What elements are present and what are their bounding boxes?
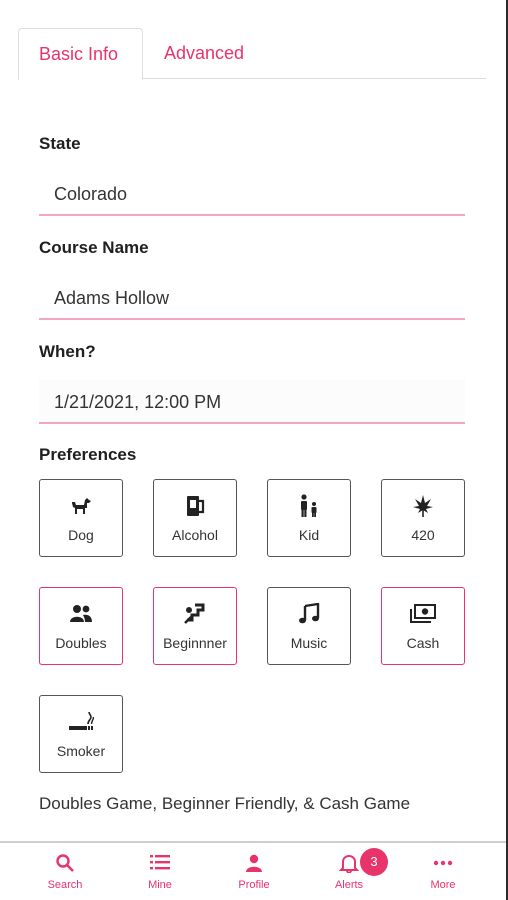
nav-search-label: Search: [47, 879, 83, 891]
tab-basic-info[interactable]: Basic Info: [18, 28, 143, 80]
preferences-summary: Doubles Game, Beginner Friendly, & Cash …: [39, 794, 411, 813]
beginner-icon: [154, 602, 236, 626]
smoking-icon: [40, 710, 122, 734]
pref-kid-label: Kid: [298, 527, 320, 543]
pref-alcohol-tile[interactable]: Alcohol: [153, 479, 237, 557]
pref-music-label: Music: [290, 635, 328, 651]
nav-alerts-label: Alerts: [334, 879, 364, 891]
nav-profile-label: Profile: [238, 879, 270, 891]
cash-icon: [382, 602, 464, 626]
nav-search[interactable]: Search: [20, 843, 110, 900]
when-datetime-field[interactable]: 1/21/2021, 12:00 PM: [39, 380, 465, 424]
nav-alerts[interactable]: 3 Alerts: [304, 843, 394, 900]
course-name-label: Course Name: [39, 238, 149, 257]
bottom-nav: Search Mine Profile 3 Alerts More: [0, 841, 506, 900]
state-field[interactable]: Colorado: [39, 172, 465, 216]
doubles-icon: [40, 602, 122, 626]
when-label: When?: [39, 342, 96, 361]
search-icon: [20, 853, 110, 873]
pref-420-tile[interactable]: 420: [381, 479, 465, 557]
more-icon: [398, 853, 488, 873]
nav-more[interactable]: More: [398, 843, 488, 900]
pref-doubles-label: Doubles: [55, 635, 107, 651]
pref-beginner-label: Beginnner: [163, 635, 227, 651]
pref-beginner-tile[interactable]: Beginnner: [153, 587, 237, 665]
nav-mine-label: Mine: [148, 879, 172, 891]
pref-smoker-tile[interactable]: Smoker: [39, 695, 123, 773]
pref-cash-label: Cash: [406, 635, 440, 651]
nav-mine[interactable]: Mine: [115, 843, 205, 900]
nav-profile[interactable]: Profile: [209, 843, 299, 900]
list-icon: [115, 853, 205, 873]
preferences-label: Preferences: [39, 445, 137, 464]
kid-icon: [268, 494, 350, 518]
pref-doubles-tile[interactable]: Doubles: [39, 587, 123, 665]
pref-alcohol-label: Alcohol: [172, 527, 218, 543]
pref-420-label: 420: [411, 527, 435, 543]
pref-smoker-label: Smoker: [56, 743, 106, 759]
nav-more-label: More: [430, 879, 456, 891]
alcohol-icon: [154, 494, 236, 518]
person-icon: [209, 853, 299, 873]
tab-advanced[interactable]: Advanced: [144, 28, 264, 79]
pref-kid-tile[interactable]: Kid: [267, 479, 351, 557]
page: Basic Info Advanced State Colorado Cours…: [0, 0, 508, 900]
pref-dog-tile[interactable]: Dog: [39, 479, 123, 557]
cannabis-leaf-icon: [382, 494, 464, 518]
pref-dog-label: Dog: [68, 527, 94, 543]
course-name-field[interactable]: Adams Hollow: [39, 276, 465, 320]
music-icon: [268, 602, 350, 626]
pref-cash-tile[interactable]: Cash: [381, 587, 465, 665]
dog-icon: [40, 494, 122, 518]
tab-bar: Basic Info Advanced: [18, 28, 486, 80]
alerts-badge: 3: [360, 848, 388, 876]
state-label: State: [39, 134, 81, 153]
pref-music-tile[interactable]: Music: [267, 587, 351, 665]
